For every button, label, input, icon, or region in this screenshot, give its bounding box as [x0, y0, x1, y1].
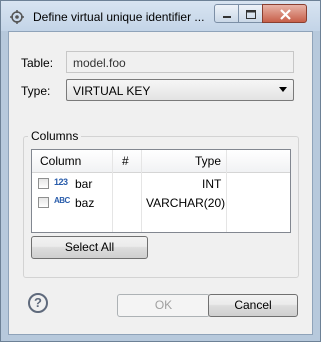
- table-row[interactable]: ABC baz VARCHAR(20): [32, 194, 290, 212]
- column-name: baz: [75, 196, 95, 210]
- table-field: model.foo: [66, 51, 294, 73]
- column-type: INT: [202, 177, 222, 191]
- close-button[interactable]: [262, 4, 307, 23]
- table-row[interactable]: 123 bar INT: [32, 175, 290, 193]
- table-header: Column # Type: [32, 150, 290, 173]
- ok-button[interactable]: OK: [117, 294, 210, 317]
- dialog-body: Table: model.foo Type: VIRTUAL KEY Colum…: [8, 31, 313, 335]
- type-select[interactable]: VIRTUAL KEY: [66, 79, 294, 101]
- string-type-icon: ABC: [54, 196, 70, 205]
- window-title: Define virtual unique identifier ...: [33, 10, 205, 24]
- dialog-window: Define virtual unique identifier ... Tab…: [0, 0, 321, 342]
- chevron-down-icon: [279, 87, 287, 92]
- type-select-value: VIRTUAL KEY: [73, 84, 151, 98]
- columns-group-title: Columns: [28, 129, 82, 143]
- column-type: VARCHAR(20): [146, 196, 226, 210]
- help-icon[interactable]: ?: [28, 293, 48, 313]
- select-all-button[interactable]: Select All: [31, 236, 148, 259]
- app-icon: [10, 10, 24, 24]
- row-checkbox[interactable]: [38, 178, 49, 189]
- header-column[interactable]: Column: [40, 154, 81, 168]
- maximize-button[interactable]: [238, 4, 263, 23]
- cancel-button[interactable]: Cancel: [208, 294, 298, 317]
- columns-table[interactable]: Column # Type 123 bar INT ABC baz VARCHA…: [31, 149, 291, 233]
- maximize-icon: [246, 10, 256, 19]
- minimize-icon: [223, 16, 231, 18]
- header-type[interactable]: Type: [195, 154, 221, 168]
- header-number[interactable]: #: [122, 154, 129, 168]
- column-name: bar: [75, 177, 93, 191]
- type-label: Type:: [21, 84, 51, 98]
- row-checkbox[interactable]: [38, 197, 49, 208]
- minimize-button[interactable]: [214, 4, 239, 23]
- close-icon: [280, 9, 291, 20]
- title-bar[interactable]: Define virtual unique identifier ...: [1, 1, 320, 31]
- numeric-type-icon: 123: [54, 177, 68, 187]
- table-label: Table:: [21, 56, 54, 70]
